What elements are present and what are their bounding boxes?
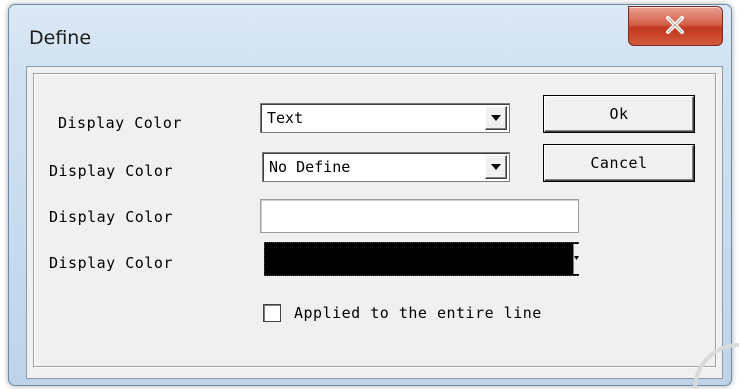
dialog-title: Define <box>29 27 92 49</box>
cancel-button[interactable]: Cancel <box>544 145 694 181</box>
corner-decoration <box>693 343 739 389</box>
ok-button[interactable]: Ok <box>544 96 694 132</box>
chevron-down-icon <box>491 115 501 121</box>
display-color-label-3: Display Color <box>49 208 173 226</box>
display-color-label-1: Display Color <box>58 114 182 132</box>
chevron-down-icon <box>491 164 501 170</box>
color-dropdown-button[interactable] <box>573 244 579 274</box>
display-color-combo-1[interactable]: Text <box>260 103 510 133</box>
dialog-window: Define Display Color Text Display Color … <box>8 4 732 386</box>
entire-line-checkbox[interactable] <box>263 304 281 322</box>
close-icon <box>666 16 684 34</box>
dropdown-button-2[interactable] <box>485 155 507 179</box>
color-picker[interactable] <box>264 242 579 276</box>
dialog-client-area: Display Color Text Display Color No Defi… <box>26 66 723 379</box>
dropdown-button-1[interactable] <box>485 106 507 130</box>
display-color-label-2: Display Color <box>49 162 173 180</box>
entire-line-label: Applied to the entire line <box>294 304 542 322</box>
display-color-text-field[interactable] <box>260 199 579 233</box>
display-color-combo-2[interactable]: No Define <box>262 152 510 182</box>
combo-value-1: Text <box>267 109 304 127</box>
close-button[interactable] <box>628 6 723 46</box>
combo-value-2: No Define <box>269 158 351 176</box>
chevron-down-icon <box>574 256 579 260</box>
display-color-label-4: Display Color <box>49 254 173 272</box>
